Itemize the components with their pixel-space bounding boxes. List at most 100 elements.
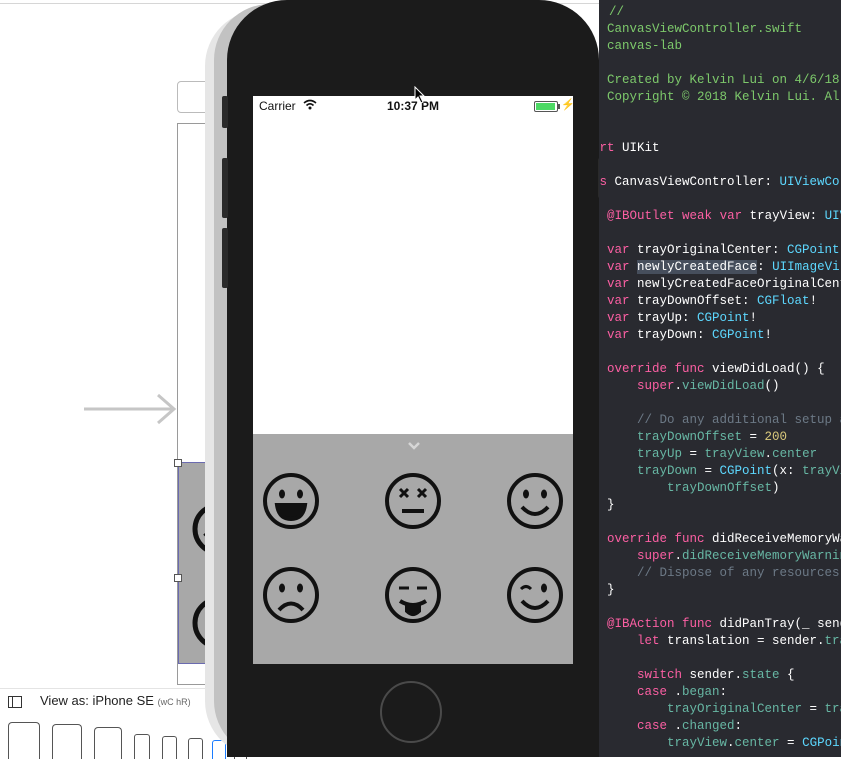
code-token: = <box>802 702 825 716</box>
mouse-cursor-icon <box>414 86 426 104</box>
code-token: CGPoin <box>802 736 841 750</box>
selection-handle-mid-left[interactable] <box>174 574 182 582</box>
code-token: ! <box>809 294 818 308</box>
code-token: . <box>674 549 683 563</box>
code-token: tra <box>824 702 841 716</box>
code-token: super <box>637 549 675 563</box>
code-token: var <box>607 243 630 257</box>
code-token: state <box>742 668 780 682</box>
tongue-face-icon[interactable] <box>385 567 441 623</box>
code-token: center <box>734 736 780 750</box>
selection-handle-top-left[interactable] <box>174 459 182 467</box>
document-outline-toggle-icon[interactable] <box>8 696 22 708</box>
code-token: trayDown: <box>629 328 713 342</box>
code-token: . <box>667 719 683 733</box>
code-token: trayUp: <box>629 311 698 325</box>
code-line: ort UIKit <box>599 141 660 155</box>
status-bar: Carrier 10:37 PM ⚡ <box>253 96 573 116</box>
code-token: CGPoint <box>697 311 750 325</box>
code-token: didReceiveMemoryWa <box>704 532 841 546</box>
code-token: switch <box>637 668 683 682</box>
code-line: case .changed: <box>637 719 742 733</box>
code-token: : <box>734 719 743 733</box>
code-token: var <box>719 209 743 223</box>
code-token: trayView <box>667 736 728 750</box>
code-line: @IBOutlet weak var trayView: UIV <box>607 209 841 223</box>
code-token: . <box>727 736 735 750</box>
code-token: viewDidLoad() { <box>704 362 825 376</box>
dizzy-face-icon[interactable] <box>385 473 441 529</box>
code-token: newlyCreatedFace <box>637 260 758 274</box>
tray-view[interactable] <box>253 434 573 664</box>
device-ipad-pro-12-icon[interactable] <box>8 722 40 759</box>
code-token: func <box>682 617 713 631</box>
code-token: var <box>607 277 630 291</box>
code-token: ss <box>599 175 608 189</box>
code-token: canvas-lab <box>607 39 683 53</box>
view-as-size-class: (wC hR) <box>157 697 191 707</box>
code-token: CanvasViewController: <box>607 175 780 189</box>
code-token: func <box>674 532 705 546</box>
code-token: 200 <box>764 430 788 444</box>
code-token: (x: <box>772 464 803 478</box>
code-line: var newlyCreatedFace: UIImageVi <box>607 260 840 274</box>
code-token: sender. <box>682 668 743 682</box>
code-line: // Do any additional setup a <box>637 413 841 427</box>
view-as-label[interactable]: View as: iPhone SE (wC hR) <box>40 693 191 708</box>
code-line: Created by Kelvin Lui on 4/6/18. <box>607 73 841 87</box>
code-token: . <box>667 685 683 699</box>
code-token: trayOriginalCenter <box>667 702 803 716</box>
code-token: CGPoint <box>712 328 765 342</box>
code-line: super.viewDidLoad() <box>637 379 780 393</box>
code-token: = <box>779 736 803 750</box>
code-token: var <box>607 328 630 342</box>
battery-icon <box>534 101 560 112</box>
code-token: didReceiveMemoryWarnin <box>682 549 841 563</box>
smiling-face-icon[interactable] <box>507 473 563 529</box>
code-token: Copyright © 2018 Kelvin Lui. All <box>607 90 841 104</box>
code-token: // Do any additional setup a <box>637 413 841 427</box>
code-token: case <box>637 719 668 733</box>
code-line: } <box>607 498 615 512</box>
code-editor[interactable]: // CanvasViewController.swift canvas-lab Cr… <box>599 0 841 757</box>
code-token: trayVi <box>802 464 841 478</box>
device-iphone-plus-icon[interactable] <box>134 734 150 759</box>
code-line: canvas-lab <box>607 39 682 53</box>
code-token: func <box>674 362 705 376</box>
simulator-screen[interactable]: Carrier 10:37 PM ⚡ <box>253 96 573 664</box>
battery-level-fill <box>536 103 555 110</box>
code-line: var trayDown: CGPoint! <box>607 328 772 342</box>
code-token: viewDidLoad <box>682 379 765 393</box>
winking-face-icon[interactable] <box>507 567 563 623</box>
code-token: = <box>682 447 705 461</box>
code-token: } <box>607 498 615 512</box>
volume-down-button <box>222 228 228 288</box>
code-line: var newlyCreatedFaceOriginalCent <box>607 277 841 291</box>
code-token: trayOriginalCenter: <box>629 243 788 257</box>
device-iphone-x-icon[interactable] <box>188 738 203 759</box>
chevron-down-icon[interactable] <box>408 442 420 450</box>
code-line: trayUp = trayView.center <box>637 447 817 461</box>
frowning-face-icon[interactable] <box>263 567 319 623</box>
home-button[interactable] <box>380 681 442 743</box>
grinning-face-icon[interactable] <box>263 473 319 529</box>
code-line: trayDownOffset) <box>667 481 780 495</box>
device-ipad-pro-10-icon[interactable] <box>52 724 82 759</box>
code-line: @IBAction func didPanTray(_ send <box>607 617 841 631</box>
device-iphone-icon[interactable] <box>162 736 177 759</box>
code-token: newlyCreatedFaceOriginalCent <box>629 277 841 291</box>
code-line: // <box>609 5 624 19</box>
face-grid <box>263 473 563 623</box>
code-token: : <box>757 260 773 274</box>
code-token: ! <box>764 328 773 342</box>
code-token: ) <box>772 481 780 495</box>
view-as-device: View as: iPhone SE <box>40 693 154 708</box>
device-ipad-pro-9-icon[interactable] <box>94 727 122 759</box>
code-token: ort <box>599 141 615 155</box>
code-line: let translation = sender.tra <box>637 634 841 648</box>
code-token: UIViewCo <box>779 175 840 189</box>
code-token: . <box>764 447 773 461</box>
